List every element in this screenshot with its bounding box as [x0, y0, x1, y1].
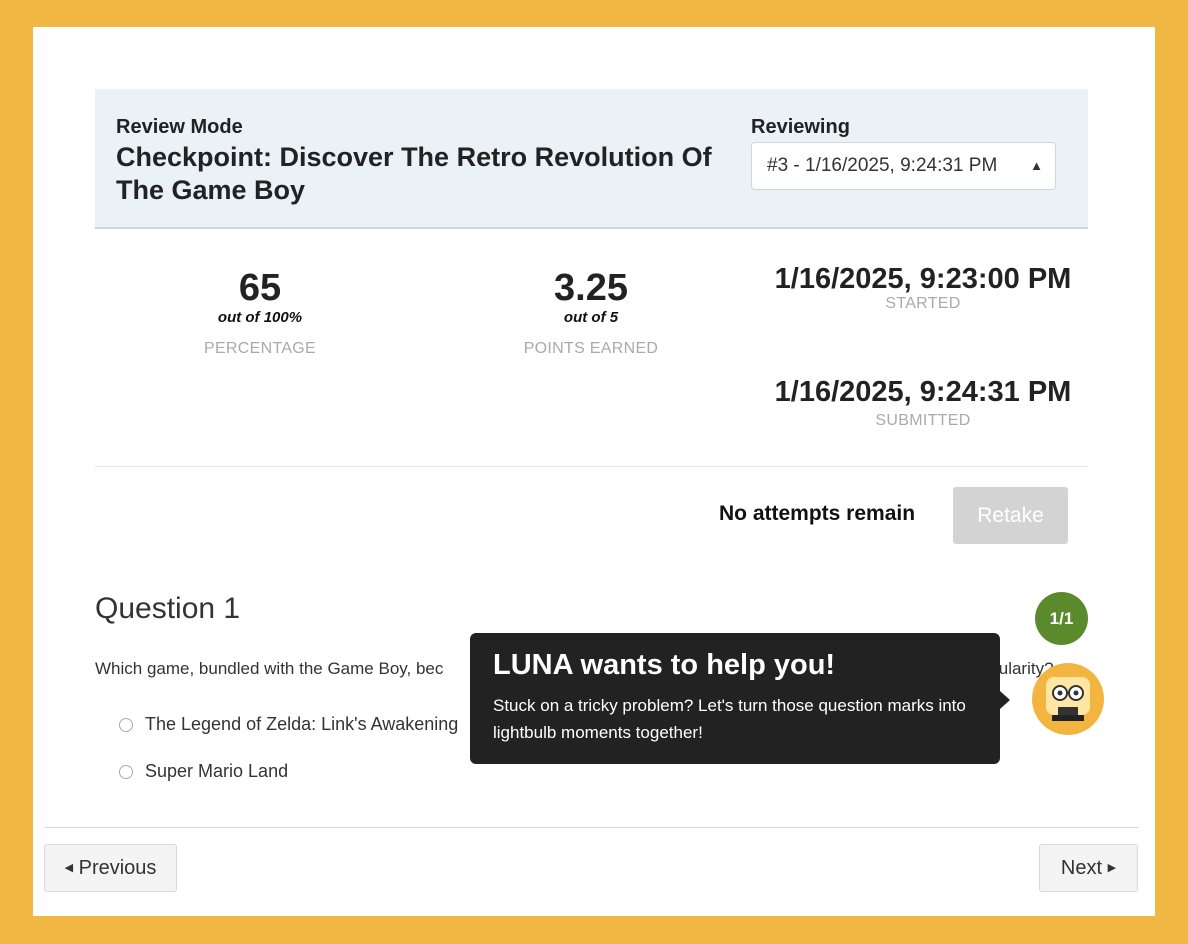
- luna-tooltip-body: Stuck on a tricky problem? Let's turn th…: [493, 696, 966, 742]
- points-stat: 3.25 out of 5 POINTS EARNED: [491, 267, 691, 358]
- luna-robot-icon[interactable]: [1032, 663, 1104, 735]
- answer-option[interactable]: Super Mario Land: [119, 761, 288, 782]
- question-text-start: Which game, bundled with the Game Boy, b…: [95, 659, 444, 678]
- stats-divider: [95, 466, 1088, 467]
- radio-icon[interactable]: [119, 765, 133, 779]
- reviewing-label: Reviewing: [751, 116, 850, 138]
- previous-label: Previous: [78, 857, 157, 879]
- percentage-caption: PERCENTAGE: [203, 340, 317, 357]
- attempt-select[interactable]: #3 - 1/16/2025, 9:24:31 PM ▲: [751, 142, 1056, 190]
- quiz-review-panel: Review Mode Checkpoint: Discover The Ret…: [33, 27, 1155, 916]
- footer-divider: [44, 827, 1138, 828]
- points-value: 3.25: [554, 267, 628, 309]
- percentage-stat: 65 out of 100% PERCENTAGE: [160, 267, 360, 358]
- radio-icon[interactable]: [119, 718, 133, 732]
- attempts-status: No attempts remain: [719, 502, 916, 525]
- luna-tooltip-title: LUNA wants to help you!: [493, 649, 836, 681]
- luna-tooltip: LUNA wants to help you! Stuck on a trick…: [470, 633, 1010, 764]
- review-mode-label: Review Mode: [116, 116, 243, 138]
- retake-button[interactable]: Retake: [953, 487, 1068, 544]
- started-caption: STARTED: [885, 295, 961, 312]
- next-label: Next: [1060, 857, 1103, 879]
- submitted-value: 1/16/2025, 9:24:31 PM: [774, 376, 1072, 408]
- sort-arrows-icon: ▲: [1030, 158, 1043, 173]
- answer-option[interactable]: The Legend of Zelda: Link's Awakening: [119, 714, 458, 735]
- answer-option-label: The Legend of Zelda: Link's Awakening: [145, 714, 459, 734]
- previous-button[interactable]: ◀ Previous: [44, 844, 177, 892]
- percentage-value: 65: [238, 267, 282, 309]
- submitted-caption: SUBMITTED: [875, 412, 971, 429]
- points-sub: out of 5: [563, 309, 619, 326]
- caret-right-icon: ▶: [1107, 862, 1117, 874]
- started-value: 1/16/2025, 9:23:00 PM: [774, 263, 1072, 295]
- attempt-select-value: #3 - 1/16/2025, 9:24:31 PM: [767, 155, 998, 176]
- submitted-stat: 1/16/2025, 9:24:31 PM SUBMITTED: [768, 376, 1078, 430]
- quiz-title: Checkpoint: Discover The Retro Revolutio…: [116, 142, 712, 205]
- points-caption: POINTS EARNED: [523, 340, 659, 357]
- started-stat: 1/16/2025, 9:23:00 PM STARTED: [768, 263, 1078, 313]
- question-title: Question 1: [95, 592, 241, 625]
- review-header: Review Mode Checkpoint: Discover The Ret…: [95, 89, 1088, 229]
- answer-option-label: Super Mario Land: [145, 761, 289, 781]
- caret-left-icon: ◀: [64, 862, 74, 874]
- percentage-sub: out of 100%: [217, 309, 303, 326]
- next-button[interactable]: Next ▶: [1039, 844, 1138, 892]
- question-score-badge: 1/1: [1035, 592, 1088, 645]
